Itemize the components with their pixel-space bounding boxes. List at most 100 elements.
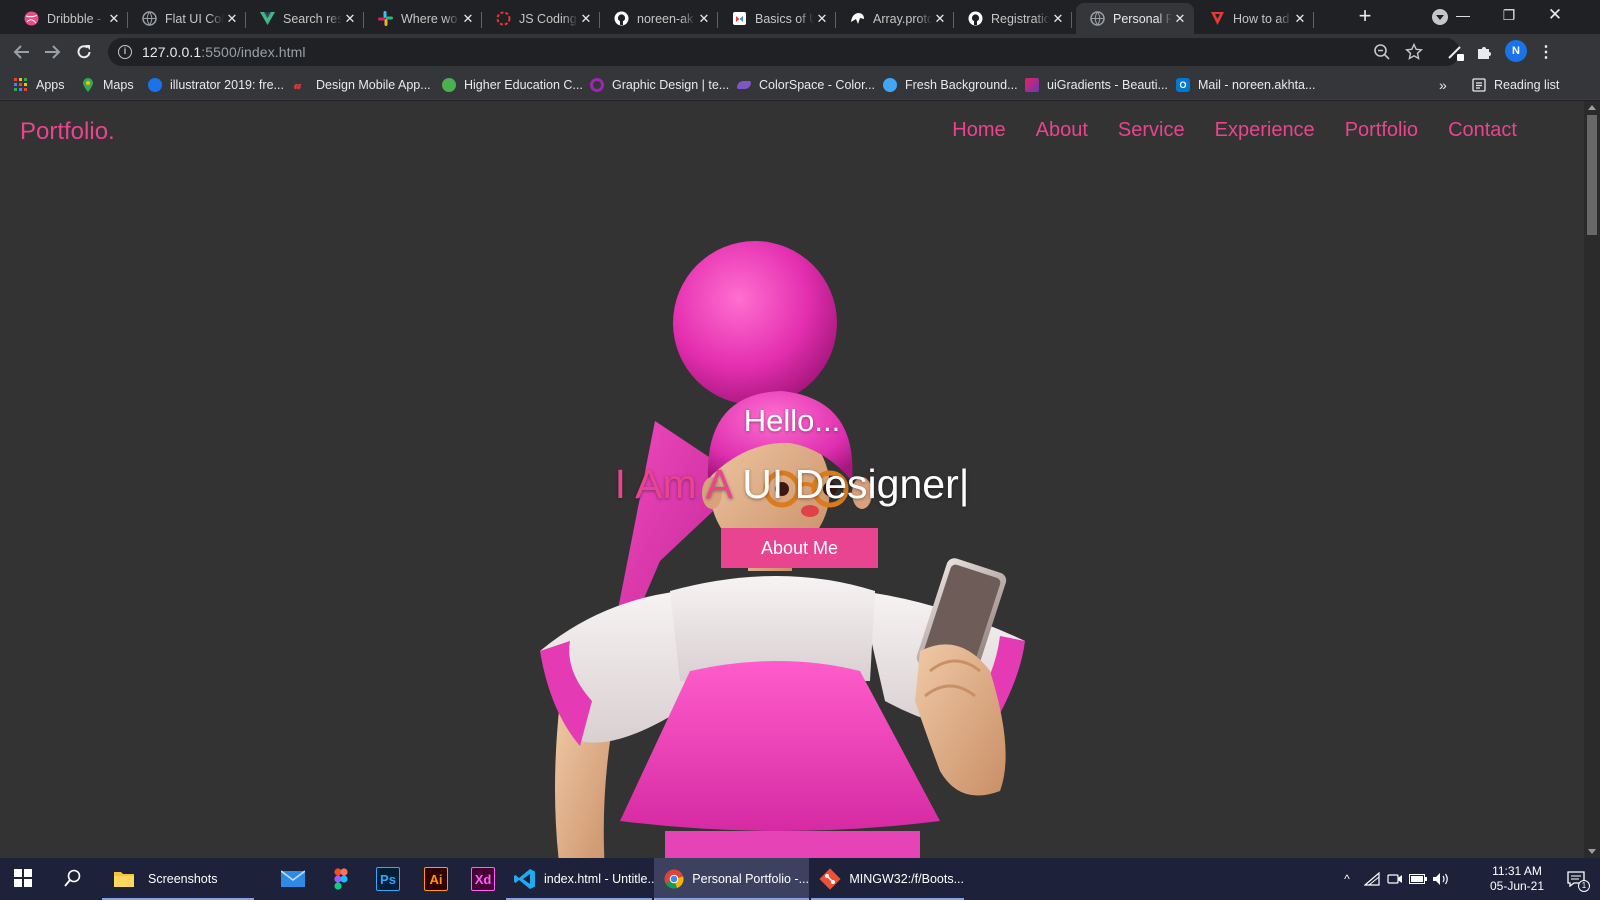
tab-title: Personal P [1113, 11, 1172, 26]
taskbar-app-figma[interactable] [318, 858, 364, 900]
action-center-button[interactable]: 1 [1556, 858, 1596, 900]
github-icon [968, 11, 983, 26]
start-button[interactable] [0, 858, 46, 900]
vue-icon [260, 11, 275, 26]
profile-avatar[interactable]: N [1505, 40, 1527, 62]
bookmark-graphic-design[interactable]: Graphic Design | te... [590, 70, 729, 100]
bookmark-colorspace[interactable]: ColorSpace - Color... [737, 70, 875, 100]
taskbar-app-mail[interactable] [270, 858, 316, 900]
network-icon[interactable] [1362, 858, 1382, 900]
nav-contact[interactable]: Contact [1448, 119, 1517, 142]
taskbar-app-photoshop[interactable]: Ps [365, 858, 411, 900]
forward-arrow-icon[interactable] [40, 40, 64, 64]
nav-experience[interactable]: Experience [1215, 119, 1315, 142]
main-nav: Home About Service Experience Portfolio … [952, 119, 1517, 142]
scroll-up-icon[interactable] [1588, 105, 1596, 110]
show-hidden-icons-chevron-icon[interactable]: ^ [1338, 858, 1356, 900]
address-bar[interactable]: i 127.0.0.1:5500/index.html [108, 38, 1460, 66]
zoom-icon[interactable] [1372, 42, 1392, 62]
tab-title: Basics of U [755, 11, 814, 26]
bookmark-mail[interactable]: O Mail - noreen.akhta... [1176, 70, 1315, 100]
tab-github-noreen[interactable]: noreen-ak ✕ [600, 3, 718, 34]
close-tab-icon[interactable]: ✕ [578, 11, 594, 27]
close-tab-icon[interactable]: ✕ [932, 11, 948, 27]
edit-pen-icon[interactable] [1446, 42, 1466, 62]
battery-icon[interactable] [1408, 858, 1428, 900]
close-tab-icon[interactable]: ✕ [1172, 11, 1188, 27]
taskbar-app-xd[interactable]: Xd [460, 858, 506, 900]
extensions-puzzle-icon[interactable] [1474, 42, 1494, 62]
bookmark-label: Maps [103, 78, 134, 92]
tab-js-coding[interactable]: JS Coding ✕ [482, 3, 600, 34]
site-icon [1025, 78, 1039, 92]
taskbar-app-git-bash[interactable]: MINGW32:/f/Boots... [811, 858, 964, 900]
page-scrollbar[interactable] [1584, 101, 1600, 858]
scrollbar-thumb[interactable] [1587, 115, 1597, 235]
new-tab-button[interactable]: + [1354, 5, 1376, 28]
close-tab-icon[interactable]: ✕ [1050, 11, 1066, 27]
close-tab-icon[interactable]: ✕ [224, 11, 240, 27]
site-info-icon[interactable]: i [118, 45, 132, 59]
about-me-button[interactable]: About Me [721, 528, 878, 568]
tab-title: Array.protc [873, 11, 932, 26]
tab-registration[interactable]: Registratio ✕ [954, 3, 1072, 34]
reading-list-icon [1472, 78, 1486, 92]
site-logo[interactable]: Portfolio. [20, 118, 115, 146]
tab-basics-of-ui[interactable]: Basics of U ✕ [718, 3, 836, 34]
back-arrow-icon[interactable] [10, 40, 34, 64]
site-icon: 𝓊 [294, 77, 302, 92]
close-tab-icon[interactable]: ✕ [814, 11, 830, 27]
close-tab-icon[interactable]: ✕ [460, 11, 476, 27]
bookmark-apps[interactable]: Apps [14, 70, 65, 100]
tab-search-results[interactable]: Search res ✕ [246, 3, 364, 34]
taskbar-app-vscode[interactable]: index.html - Untitle... [506, 858, 658, 900]
windows-logo-icon [14, 868, 32, 890]
tab-dribbble[interactable]: Dribbble - ✕ [10, 3, 128, 34]
close-tab-icon[interactable]: ✕ [1292, 11, 1308, 27]
restore-icon[interactable]: ❐ [1486, 0, 1532, 30]
figma-icon [329, 867, 353, 891]
bookmark-illustrator[interactable]: illustrator 2019: fre... [148, 70, 284, 100]
nav-service[interactable]: Service [1118, 119, 1185, 142]
search-button[interactable] [50, 858, 96, 900]
bookmark-uigradients[interactable]: uiGradients - Beauti... [1025, 70, 1168, 100]
reload-icon[interactable] [72, 40, 96, 64]
bookmark-higher-education[interactable]: Higher Education C... [442, 70, 583, 100]
mail-icon [281, 867, 305, 891]
close-window-icon[interactable]: ✕ [1532, 0, 1578, 30]
volume-icon[interactable] [1430, 858, 1452, 900]
close-tab-icon[interactable]: ✕ [342, 11, 358, 27]
nav-about[interactable]: About [1036, 119, 1088, 142]
nav-home[interactable]: Home [952, 119, 1005, 142]
reading-list-button[interactable]: Reading list [1472, 70, 1559, 100]
tab-personal-portfolio[interactable]: Personal P ✕ [1076, 3, 1194, 34]
site-icon [590, 78, 604, 92]
nav-portfolio[interactable]: Portfolio [1345, 119, 1418, 142]
meet-now-icon[interactable] [1385, 858, 1405, 900]
close-tab-icon[interactable]: ✕ [106, 11, 122, 27]
tab-array-prototype[interactable]: Array.protc ✕ [836, 3, 954, 34]
github-icon [614, 11, 629, 26]
system-clock[interactable]: 11:31 AM 05-Jun-21 [1486, 864, 1548, 894]
close-tab-icon[interactable]: ✕ [696, 11, 712, 27]
taskbar-app-label: Personal Portfolio -... [692, 872, 809, 886]
tab-flat-ui-colors[interactable]: Flat UI Col ✕ [128, 3, 246, 34]
tab-where-would[interactable]: Where wo ✕ [364, 3, 482, 34]
site-icon [442, 78, 456, 92]
more-bookmarks-icon[interactable]: » [1439, 70, 1447, 100]
taskbar-app-screenshots[interactable]: Screenshots [102, 858, 254, 900]
url-path: :5500/index.html [201, 44, 306, 60]
taskbar-app-chrome[interactable]: Personal Portfolio -... [654, 858, 809, 900]
tab-how-to-add[interactable]: How to ad ✕ [1196, 3, 1314, 34]
bookmark-maps[interactable]: Maps [81, 70, 134, 100]
minimize-icon[interactable]: — [1440, 0, 1486, 30]
bookmark-label: uiGradients - Beauti... [1047, 78, 1168, 92]
bookmark-fresh-background[interactable]: Fresh Background... [883, 70, 1018, 100]
bookmark-star-icon[interactable] [1404, 42, 1424, 62]
menu-kebab-icon[interactable]: ⋮ [1536, 42, 1556, 62]
url-host: 127.0.0.1 [142, 44, 202, 60]
taskbar-app-illustrator[interactable]: Ai [413, 858, 459, 900]
bookmark-design-mobile-app[interactable]: 𝓊 Design Mobile App... [294, 70, 431, 100]
scroll-down-icon[interactable] [1588, 849, 1596, 854]
notification-count-badge: 1 [1578, 880, 1590, 892]
